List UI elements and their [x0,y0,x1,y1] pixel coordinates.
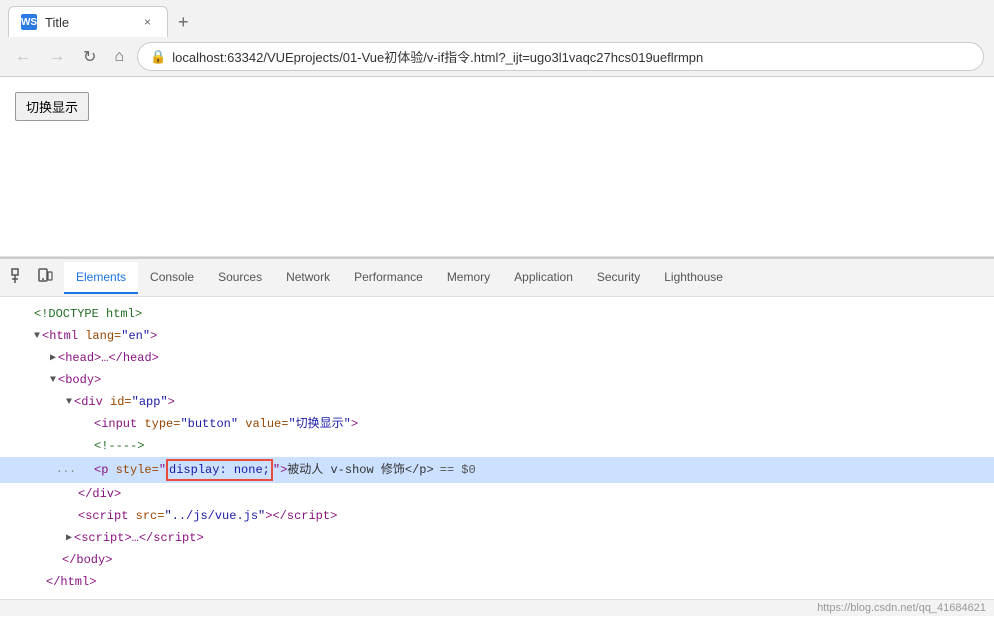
home-button[interactable]: ⌂ [109,45,129,69]
dom-body-close: </body> [0,549,994,571]
tab-bar: WS Title × + [0,0,994,37]
status-bar: https://blog.csdn.net/qq_41684621 [0,599,994,616]
secure-icon: 🔒 [150,49,166,65]
status-url: https://blog.csdn.net/qq_41684621 [817,602,986,614]
tab-sources[interactable]: Sources [206,262,274,294]
forward-button[interactable]: → [44,45,70,69]
highlighted-style-value: display: none; [166,459,273,481]
dom-p-highlighted[interactable]: ... <p style="display: none;">被动人 v-show… [0,457,994,483]
dom-html-close: </html> [0,571,994,593]
tab-console[interactable]: Console [138,262,206,294]
dom-div-app: ▼ <div id="app"> [0,391,994,413]
devtools-icons [8,259,56,296]
back-button[interactable]: ← [10,45,36,69]
dom-script-collapsed: ▶ <script>…</script> [0,527,994,549]
tab-lighthouse[interactable]: Lighthouse [652,262,735,294]
tab-title: Title [45,15,69,30]
tab-favicon: WS [21,14,37,30]
dom-html: ▼ <html lang="en"> [0,325,994,347]
url-bar[interactable]: 🔒 localhost:63342/VUEprojects/01-Vue初体验/… [137,42,984,71]
tab-network[interactable]: Network [274,262,342,294]
url-text: localhost:63342/VUEprojects/01-Vue初体验/v-… [172,47,703,66]
toggle-display-button[interactable]: 切换显示 [15,92,89,121]
tab-memory[interactable]: Memory [435,262,502,294]
tab-close-button[interactable]: × [140,13,155,31]
devtools-tabs: Elements Console Sources Network Perform… [64,262,986,294]
device-toolbar-icon-button[interactable] [34,265,56,290]
dom-head: ▶ <head>…</head> [0,347,994,369]
tab-application[interactable]: Application [502,262,585,294]
page-content: 切换显示 [0,77,994,257]
refresh-button[interactable]: ↻ [78,44,101,70]
dom-comment: <!----> [0,435,994,457]
dom-doctype: <!DOCTYPE html> [0,303,994,325]
tab-new-button[interactable]: + [168,7,199,37]
browser-chrome: WS Title × + ← → ↻ ⌂ 🔒 localhost:63342/V… [0,0,994,77]
tab-performance[interactable]: Performance [342,262,435,294]
browser-tab[interactable]: WS Title × [8,6,168,37]
dom-div-close: </div> [0,483,994,505]
devtools-toolbar: Elements Console Sources Network Perform… [0,259,994,297]
tab-security[interactable]: Security [585,262,652,294]
dom-panel: <!DOCTYPE html> ▼ <html lang="en"> ▶ <he… [0,297,994,599]
address-bar: ← → ↻ ⌂ 🔒 localhost:63342/VUEprojects/01… [0,37,994,76]
dom-script-vue: <script src="../js/vue.js"></script> [0,505,994,527]
dom-input: <input type="button" value="切换显示"> [0,413,994,435]
devtools-panel: Elements Console Sources Network Perform… [0,257,994,616]
inspector-icon-button[interactable] [8,265,30,290]
dom-body: ▼ <body> [0,369,994,391]
tab-elements[interactable]: Elements [64,262,138,294]
